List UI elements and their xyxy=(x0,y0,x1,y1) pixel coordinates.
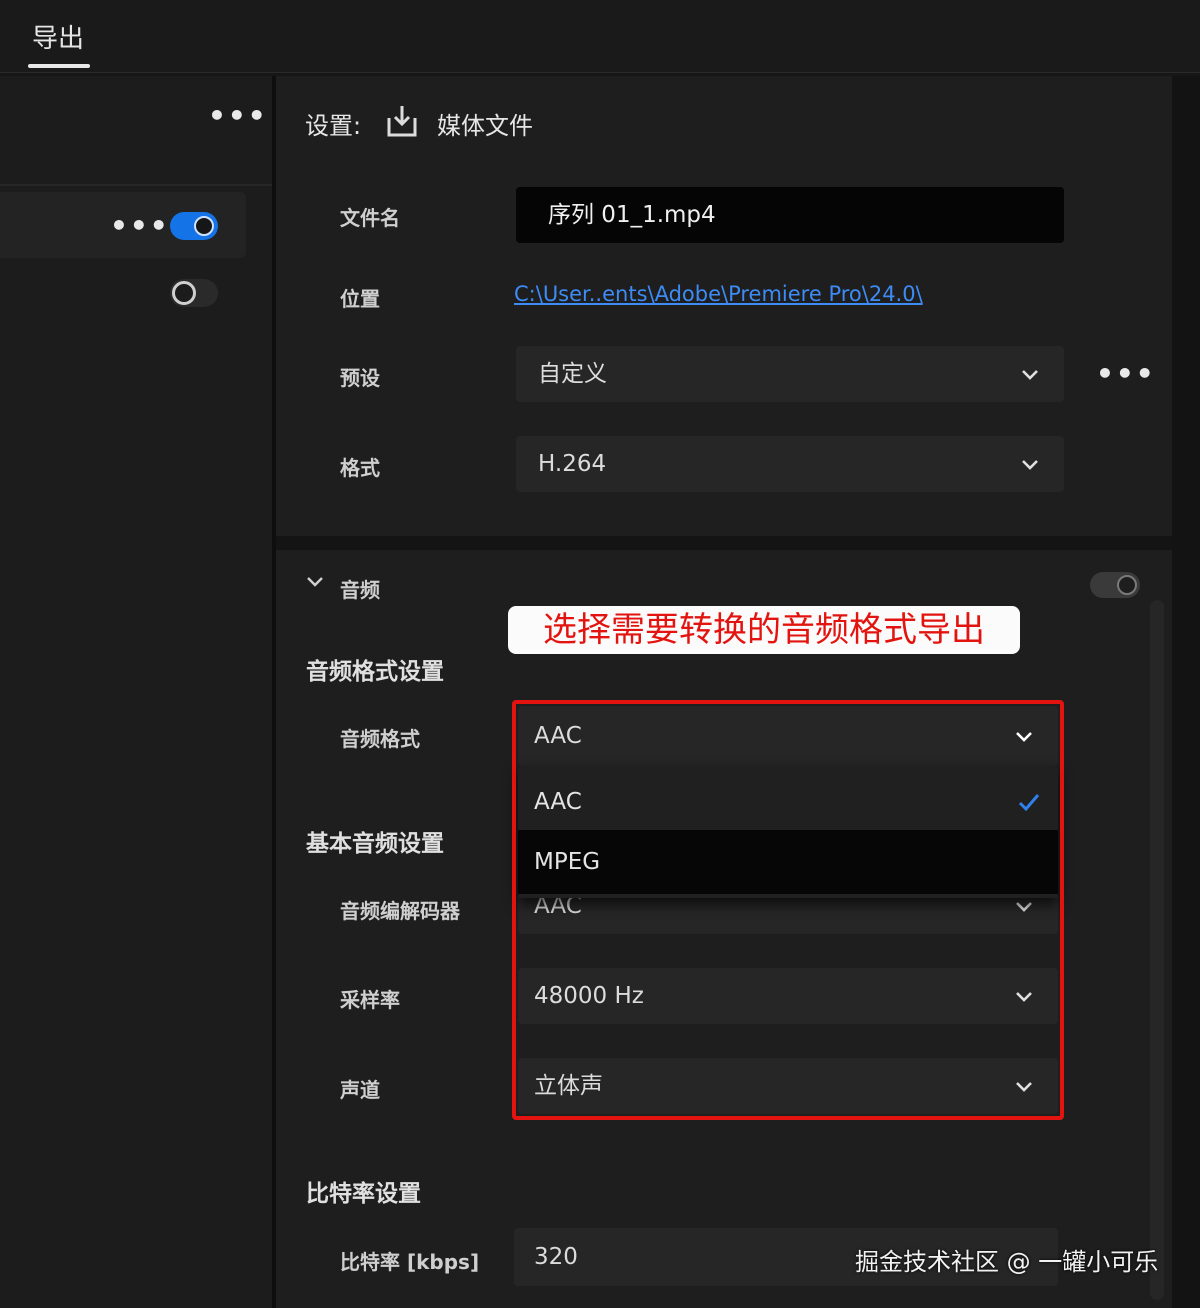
chevron-down-icon xyxy=(1018,346,1042,402)
highlight-box xyxy=(512,700,1064,1120)
preset-value: 自定义 xyxy=(538,361,607,387)
filename-input[interactable]: 序列 01_1.mp4 xyxy=(516,187,1064,243)
format-value: H.264 xyxy=(538,451,607,477)
location-link[interactable]: C:\User..ents\Adobe\Premiere Pro\24.0\ xyxy=(514,282,923,306)
audio-format-settings-heading: 音频格式设置 xyxy=(306,659,444,685)
channels-label: 声道 xyxy=(340,1078,380,1102)
row-more-icon[interactable]: ••• xyxy=(110,212,170,240)
location-label: 位置 xyxy=(340,287,380,311)
audio-section-label: 音频 xyxy=(340,578,380,602)
audio-enable-toggle[interactable] xyxy=(1090,572,1140,598)
bitrate-label: 比特率 [kbps] xyxy=(340,1250,480,1274)
bitrate-settings-heading: 比特率设置 xyxy=(306,1181,421,1207)
collapse-chevron-icon[interactable] xyxy=(305,574,325,590)
chevron-down-icon xyxy=(1018,436,1042,492)
audio-format-label: 音频格式 xyxy=(340,727,420,751)
target-enable-toggle-on[interactable] xyxy=(170,212,218,240)
annotation-callout: 选择需要转换的音频格式导出 xyxy=(508,606,1020,654)
section-divider xyxy=(276,536,1172,550)
left-panel-divider xyxy=(0,184,272,186)
watermark: 掘金技术社区 @ 一罐小可乐 xyxy=(855,1248,1159,1276)
scrollbar-track xyxy=(1172,76,1200,1308)
format-dropdown[interactable]: H.264 xyxy=(516,436,1064,492)
export-destination-icon xyxy=(386,104,418,138)
preset-label: 预设 xyxy=(340,366,380,390)
bitrate-value: 320 xyxy=(534,1244,578,1270)
preset-more-icon[interactable]: ••• xyxy=(1096,360,1156,388)
export-targets-panel xyxy=(0,76,272,1308)
target-enable-toggle-off[interactable] xyxy=(170,279,218,307)
basic-audio-settings-heading: 基本音频设置 xyxy=(306,831,444,857)
preset-dropdown[interactable]: 自定义 xyxy=(516,346,1064,402)
sample-rate-label: 采样率 xyxy=(340,988,400,1012)
destination-label: 媒体文件 xyxy=(437,112,533,140)
top-tab-bar xyxy=(0,0,1200,73)
scrollbar-thumb[interactable] xyxy=(1150,600,1164,1300)
filename-value: 序列 01_1.mp4 xyxy=(548,202,716,228)
codec-label: 音频编解码器 xyxy=(340,899,460,923)
panel-more-icon[interactable]: ••• xyxy=(208,102,268,130)
format-label: 格式 xyxy=(340,456,380,480)
tab-export[interactable]: 导出 xyxy=(32,18,84,55)
settings-panel xyxy=(276,76,1172,1308)
tab-active-indicator xyxy=(28,64,90,68)
filename-label: 文件名 xyxy=(340,206,400,230)
settings-title: 设置: xyxy=(305,112,362,140)
